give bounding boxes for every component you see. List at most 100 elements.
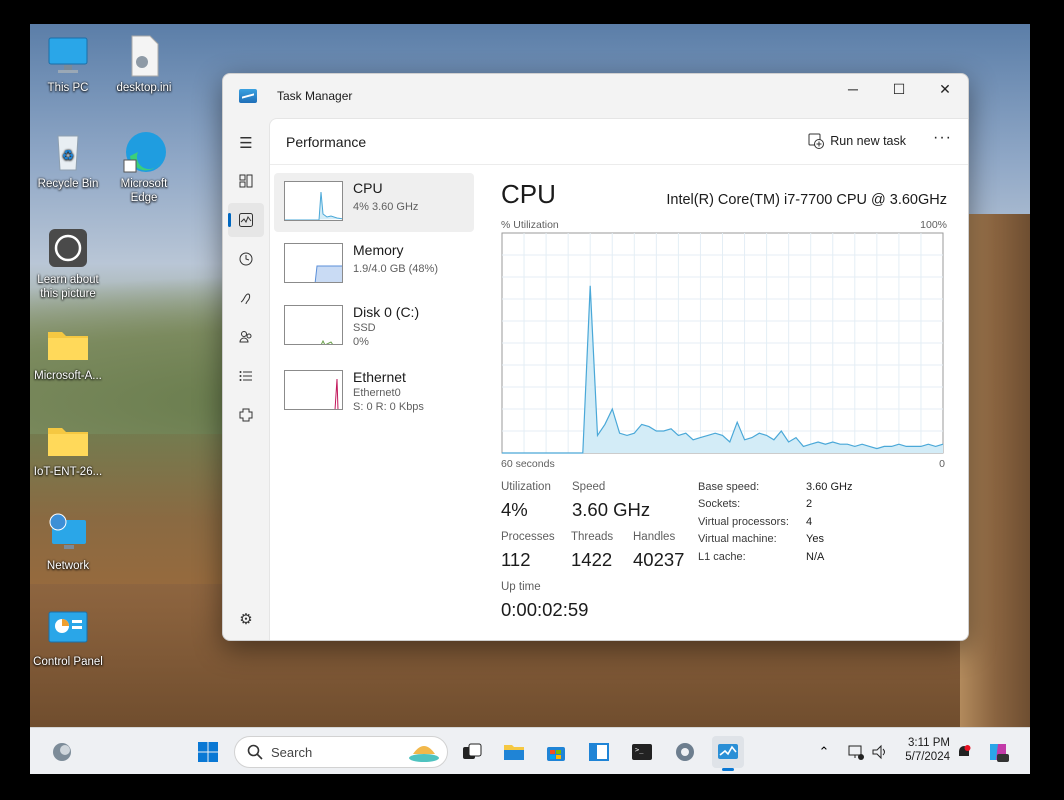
desktop-icon-this-pc[interactable]: This PC (30, 34, 106, 95)
detail-value: Yes (806, 533, 824, 545)
performance-page: Performance Run new task ··· CPU 4% 3.60… (269, 118, 968, 640)
services-icon[interactable] (228, 398, 264, 432)
users-icon[interactable] (228, 320, 264, 354)
desktop-icon-label: Control Panel (33, 656, 103, 668)
more-options-button[interactable]: ··· (933, 129, 952, 147)
device-detail: S: 0 R: 0 Kbps (353, 401, 424, 413)
run-new-task-label: Run new task (830, 134, 906, 148)
y-axis-label: % Utilization (501, 219, 559, 231)
settings-file-icon (122, 34, 166, 78)
search-placeholder: Search (271, 744, 313, 760)
svg-text:>_: >_ (635, 746, 644, 754)
uptime-label: Up time (501, 581, 541, 593)
desktop-icon-label: Network (46, 560, 90, 572)
microsoft-store-icon[interactable] (540, 736, 572, 768)
task-manager-window: Task Manager ─ ☐ ✕ ☰ ⚙ Performance Run n… (222, 73, 969, 641)
detail-key: Base speed: (698, 481, 760, 493)
clock-date: 5/7/2024 (905, 751, 950, 763)
desktop-icon-label: This PC (47, 82, 89, 94)
detail-key: Sockets: (698, 498, 741, 510)
details-icon[interactable] (228, 359, 264, 393)
clock[interactable]: 3:11 PM 5/7/2024 (892, 737, 950, 763)
task-manager-taskbar-icon[interactable] (712, 736, 744, 771)
edge-icon (122, 130, 166, 174)
monitor-icon (46, 34, 90, 78)
device-detail: 1.9/4.0 GB (48%) (353, 263, 438, 275)
detail-key: Virtual machine: (698, 533, 777, 545)
start-button-icon[interactable] (192, 736, 224, 768)
maximize-button[interactable]: ☐ (876, 74, 922, 104)
desktop-icon-recycle-bin[interactable]: ♻ Recycle Bin (30, 130, 106, 191)
desktop-icon-desktop-ini[interactable]: desktop.ini (106, 34, 182, 95)
device-ethernet[interactable]: Ethernet Ethernet0 S: 0 R: 0 Kbps (274, 362, 474, 421)
notification-bell-icon[interactable] (948, 736, 980, 768)
desktop-icon-label: Recycle Bin (37, 178, 99, 190)
handles-label: Handles (633, 531, 676, 543)
desktop-icon-learn-picture[interactable]: Learn about this picture (30, 226, 106, 301)
startup-apps-icon[interactable] (228, 281, 264, 315)
device-detail: 4% 3.60 GHz (353, 201, 419, 213)
detail-value: 4 (806, 516, 813, 528)
desktop: This PC desktop.ini ♻ Recycle Bin Micros… (30, 24, 1030, 774)
nav-rail: ☰ ⚙ (223, 118, 269, 640)
settings-icon[interactable] (669, 736, 701, 768)
page-title: Performance (286, 133, 367, 150)
disk-thumbnail-graph (284, 305, 343, 345)
search-highlight-icon (409, 746, 439, 762)
task-manager-icon (239, 89, 257, 103)
desktop-icon-folder-microsoft[interactable]: Microsoft-A... (30, 322, 106, 383)
x-axis-right-label: 0 (939, 458, 945, 470)
device-memory[interactable]: Memory 1.9/4.0 GB (48%) (274, 235, 474, 294)
hamburger-menu-icon[interactable]: ☰ (228, 126, 264, 160)
device-name: CPU (353, 180, 383, 196)
run-new-task-button[interactable]: Run new task (808, 133, 906, 149)
desktop-icon-network[interactable]: Network (30, 512, 106, 573)
desktop-icon-label: desktop.ini (116, 82, 172, 94)
threads-label: Threads (571, 531, 614, 543)
wallpaper-cliff (960, 214, 1030, 734)
show-hidden-icons-chevron-icon[interactable]: ⌃ (808, 736, 840, 768)
terminal-icon[interactable]: >_ (626, 736, 658, 768)
taskbar: Search >_ ⌃ 3:11 PM 5/7/2024 (30, 727, 1030, 774)
app-history-icon[interactable] (228, 242, 264, 276)
file-explorer-icon[interactable] (498, 736, 530, 768)
performance-icon[interactable] (228, 203, 264, 237)
y-axis-max-label: 100% (920, 219, 947, 231)
desktop-icon-label: IoT-ENT-26... (33, 466, 103, 478)
run-task-icon (808, 133, 825, 149)
clock-time: 3:11 PM (908, 737, 950, 749)
x-axis-left-label: 60 seconds (501, 458, 555, 470)
ethernet-thumbnail-graph (284, 370, 343, 410)
copilot-icon[interactable] (982, 736, 1014, 768)
detail-value: 2 (806, 498, 813, 510)
detail-key: Virtual processors: (698, 516, 789, 528)
device-disk[interactable]: Disk 0 (C:) SSD 0% (274, 297, 474, 356)
device-cpu[interactable]: CPU 4% 3.60 GHz (274, 173, 474, 232)
desktop-icon-control-panel[interactable]: Control Panel (30, 608, 106, 669)
taskbar-search-box[interactable]: Search (234, 736, 448, 768)
cpu-utilization-graph (501, 232, 944, 454)
svg-text:♻: ♻ (62, 147, 75, 163)
close-button[interactable]: ✕ (922, 74, 968, 104)
widgets-icon[interactable] (46, 736, 78, 768)
task-view-icon[interactable] (456, 736, 488, 768)
folder-icon (46, 418, 90, 462)
camera-icon (46, 226, 90, 270)
device-detail: 0% (353, 336, 369, 348)
settings-gear-icon[interactable]: ⚙ (228, 602, 264, 636)
detail-value: 3.60 GHz (806, 481, 853, 493)
minimize-button[interactable]: ─ (830, 74, 876, 104)
desktop-icon-label: Microsoft-A... (34, 370, 102, 382)
processes-value: 112 (501, 549, 531, 570)
desktop-icon-folder-iot[interactable]: IoT-ENT-26... (30, 418, 106, 479)
device-name: Disk 0 (C:) (353, 304, 420, 320)
device-name: Memory (353, 242, 404, 258)
cpu-title: CPU (501, 179, 556, 209)
cpu-model: Intel(R) Core(TM) i7-7700 CPU @ 3.60GHz (666, 192, 947, 208)
processes-icon[interactable] (228, 164, 264, 198)
control-panel-icon (46, 608, 90, 652)
detail-value: N/A (806, 551, 825, 563)
notepad-icon[interactable] (583, 736, 615, 768)
cpu-thumbnail-graph (284, 181, 343, 221)
desktop-icon-edge[interactable]: Microsoft Edge (106, 130, 182, 205)
